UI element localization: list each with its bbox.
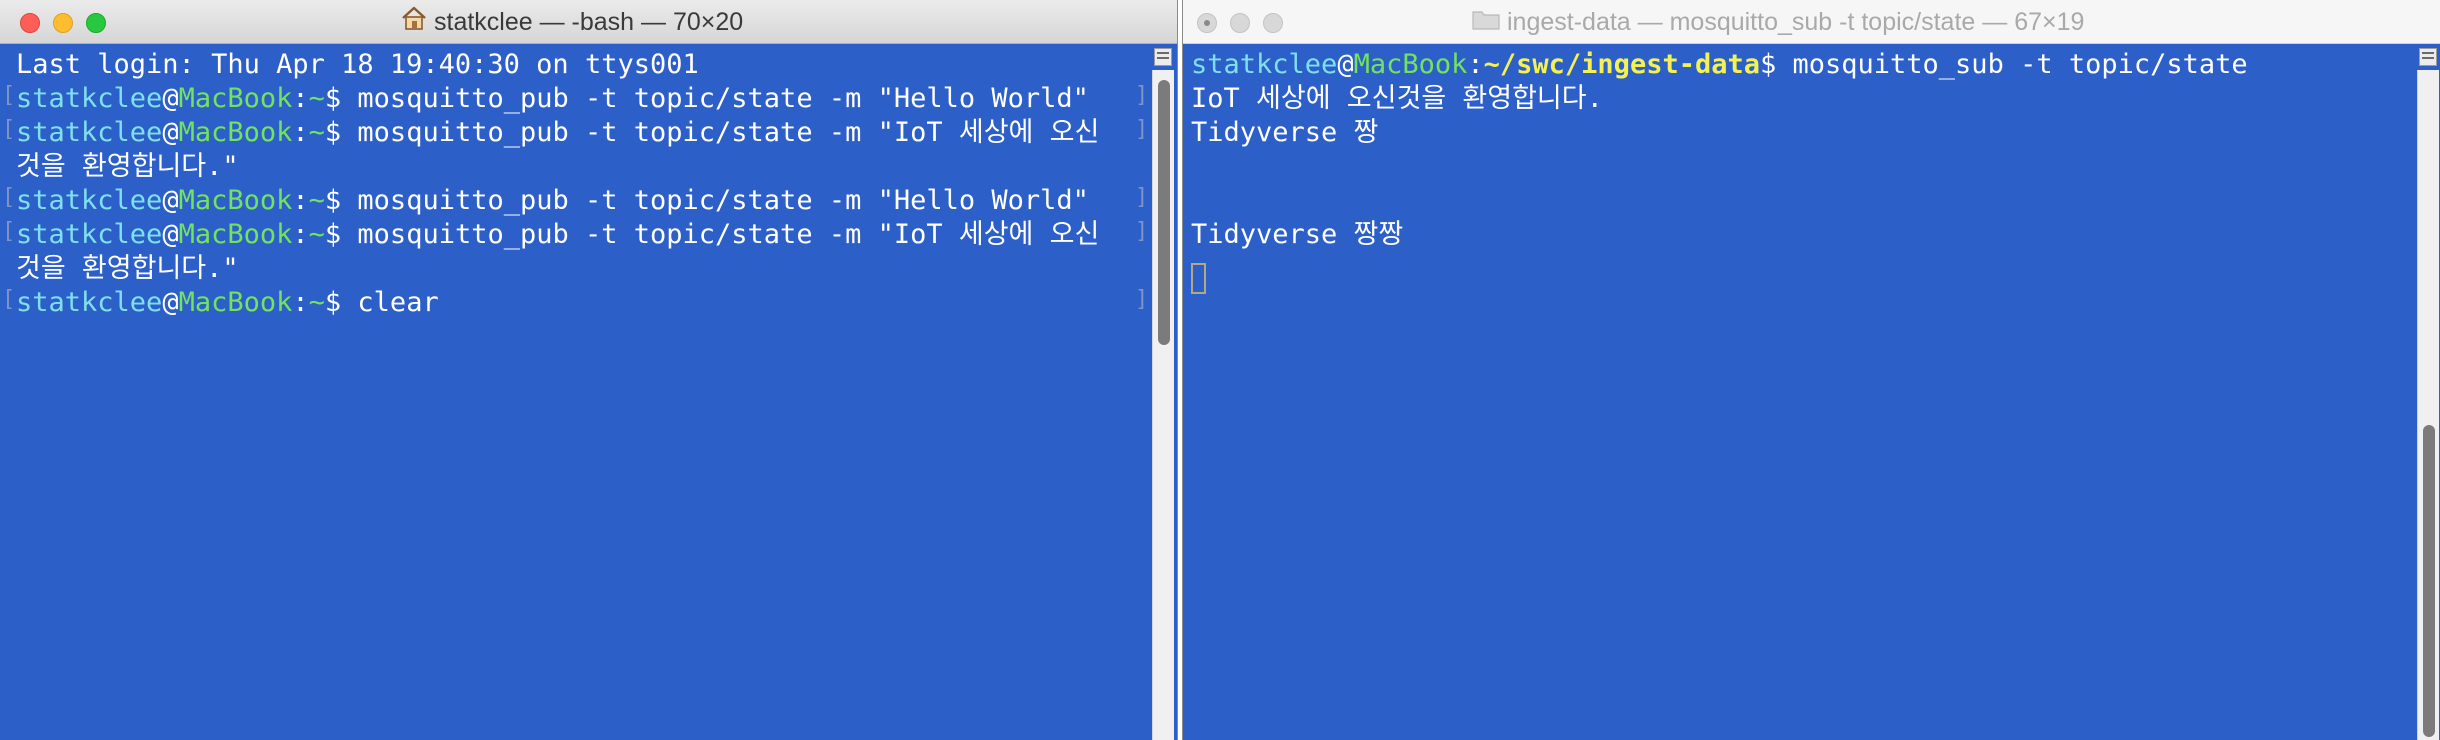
prompt-host: MacBook <box>178 185 293 216</box>
close-button[interactable] <box>1197 13 1217 33</box>
mark-bracket: [ <box>2 117 16 142</box>
prompt-at: @ <box>162 219 179 250</box>
command-text: mosquitto_pub -t topic/state -m "Hello W… <box>357 83 1089 114</box>
prompt-user: statkclee <box>16 287 163 318</box>
window-title-right: ingest-data — mosquitto_sub -t topic/sta… <box>1471 0 2084 44</box>
prompt-path: ~ <box>308 219 325 250</box>
command-text: mosquitto_sub -t topic/state <box>1792 49 2248 80</box>
prompt-at: @ <box>162 83 179 114</box>
prompt-host: MacBook <box>178 287 293 318</box>
scrollbar-right[interactable] <box>2417 70 2439 740</box>
prompt-host: MacBook <box>178 117 293 148</box>
prompt-at: @ <box>162 185 179 216</box>
output-text: 것을 환영합니다." <box>16 253 239 284</box>
mark-bracket: ] <box>1135 287 1149 312</box>
prompt-colon: : <box>292 287 309 318</box>
prompt-colon: : <box>292 219 309 250</box>
terminal-line: statkclee@MacBook:~$ mosquitto_pub -t to… <box>16 116 1099 150</box>
terminal-text-right: statkclee@MacBook:~/swc/ingest-data$ mos… <box>1191 48 2248 252</box>
terminal-line: Tidyverse 짱 <box>1191 116 2248 150</box>
prompt-colon: : <box>292 83 309 114</box>
command-text: mosquitto_pub -t topic/state -m "IoT 세상에… <box>357 219 1100 250</box>
mark-bracket: [ <box>2 287 16 312</box>
prompt-at: @ <box>162 287 179 318</box>
output-text: Tidyverse 짱 <box>1191 117 1379 148</box>
terminal-line: IoT 세상에 오신것을 환영합니다. <box>1191 82 2248 116</box>
prompt-at: @ <box>162 117 179 148</box>
prompt-dollar: $ <box>324 117 358 148</box>
prompt-user: statkclee <box>1191 49 1338 80</box>
terminal-line: Last login: Thu Apr 18 19:40:30 on ttys0… <box>16 48 1099 82</box>
title-bar-left[interactable]: statkclee — -bash — 70×20 <box>0 0 1177 44</box>
mark-bracket: [ <box>2 83 16 108</box>
split-view-button[interactable] <box>1154 48 1172 66</box>
prompt-dollar: $ <box>1759 49 1793 80</box>
terminal-window-left: statkclee — -bash — 70×20 Last login: Th… <box>0 0 1178 740</box>
output-text: IoT 세상에 오신것을 환영합니다. <box>1191 83 1603 114</box>
terminal-line: 것을 환영합니다." <box>16 150 1099 184</box>
prompt-user: statkclee <box>16 219 163 250</box>
prompt-path: ~ <box>308 117 325 148</box>
zoom-button[interactable] <box>86 13 106 33</box>
terminal-line: statkclee@MacBook:~$ mosquitto_pub -t to… <box>16 218 1099 252</box>
terminal-line: 것을 환영합니다." <box>16 252 1099 286</box>
mark-bracket: ] <box>1135 117 1149 142</box>
window-title-left: statkclee — -bash — 70×20 <box>400 0 743 44</box>
scrollbar-left[interactable] <box>1152 70 1174 740</box>
prompt-dollar: $ <box>324 287 358 318</box>
prompt-path: ~/swc/ingest-data <box>1483 49 1760 80</box>
terminal-output-left[interactable]: Last login: Thu Apr 18 19:40:30 on ttys0… <box>0 45 1177 740</box>
command-text: clear <box>357 287 439 318</box>
terminal-line: Tidyverse 짱짱 <box>1191 218 2248 252</box>
terminal-line: statkclee@MacBook:~/swc/ingest-data$ mos… <box>1191 48 2248 82</box>
title-bar-right[interactable]: ingest-data — mosquitto_sub -t topic/sta… <box>1183 0 2440 44</box>
command-text: mosquitto_pub -t topic/state -m "IoT 세상에… <box>357 117 1100 148</box>
prompt-colon: : <box>1467 49 1484 80</box>
prompt-path: ~ <box>308 83 325 114</box>
prompt-host: MacBook <box>1353 49 1468 80</box>
split-view-button[interactable] <box>2419 48 2437 66</box>
mark-bracket: [ <box>2 219 16 244</box>
prompt-host: MacBook <box>178 83 293 114</box>
terminal-text-left: Last login: Thu Apr 18 19:40:30 on ttys0… <box>16 48 1099 320</box>
zoom-button[interactable] <box>1263 13 1283 33</box>
prompt-dollar: $ <box>324 185 358 216</box>
prompt-user: statkclee <box>16 83 163 114</box>
minimize-button[interactable] <box>1230 13 1250 33</box>
terminal-line: statkclee@MacBook:~$ clear <box>16 286 1099 320</box>
mark-bracket: [ <box>2 185 16 210</box>
prompt-dollar: $ <box>324 219 358 250</box>
prompt-at: @ <box>1337 49 1354 80</box>
prompt-user: statkclee <box>16 185 163 216</box>
prompt-path: ~ <box>308 185 325 216</box>
home-icon <box>400 1 428 45</box>
terminal-line: statkclee@MacBook:~$ mosquitto_pub -t to… <box>16 82 1099 116</box>
command-text: mosquitto_pub -t topic/state -m "Hello W… <box>357 185 1089 216</box>
terminal-window-right: ingest-data — mosquitto_sub -t topic/sta… <box>1182 0 2440 740</box>
prompt-user: statkclee <box>16 117 163 148</box>
output-text: 것을 환영합니다." <box>16 151 239 182</box>
text-cursor <box>1191 263 1206 294</box>
terminal-output-right[interactable]: statkclee@MacBook:~/swc/ingest-data$ mos… <box>1183 45 2440 740</box>
prompt-path: ~ <box>308 287 325 318</box>
mark-bracket: ] <box>1135 185 1149 210</box>
folder-icon <box>1471 1 1501 45</box>
scrollbar-thumb-left[interactable] <box>1158 80 1170 345</box>
terminal-line: statkclee@MacBook:~$ mosquitto_pub -t to… <box>16 184 1099 218</box>
minimize-button[interactable] <box>53 13 73 33</box>
mark-bracket: ] <box>1135 219 1149 244</box>
prompt-dollar: $ <box>324 83 358 114</box>
mark-bracket: ] <box>1135 83 1149 108</box>
output-text: Last login: Thu Apr 18 19:40:30 on ttys0… <box>16 49 699 80</box>
prompt-colon: : <box>292 117 309 148</box>
close-button[interactable] <box>20 13 40 33</box>
output-text: Tidyverse 짱짱 <box>1191 219 1404 250</box>
scrollbar-thumb-right[interactable] <box>2423 425 2435 737</box>
prompt-host: MacBook <box>178 219 293 250</box>
prompt-colon: : <box>292 185 309 216</box>
